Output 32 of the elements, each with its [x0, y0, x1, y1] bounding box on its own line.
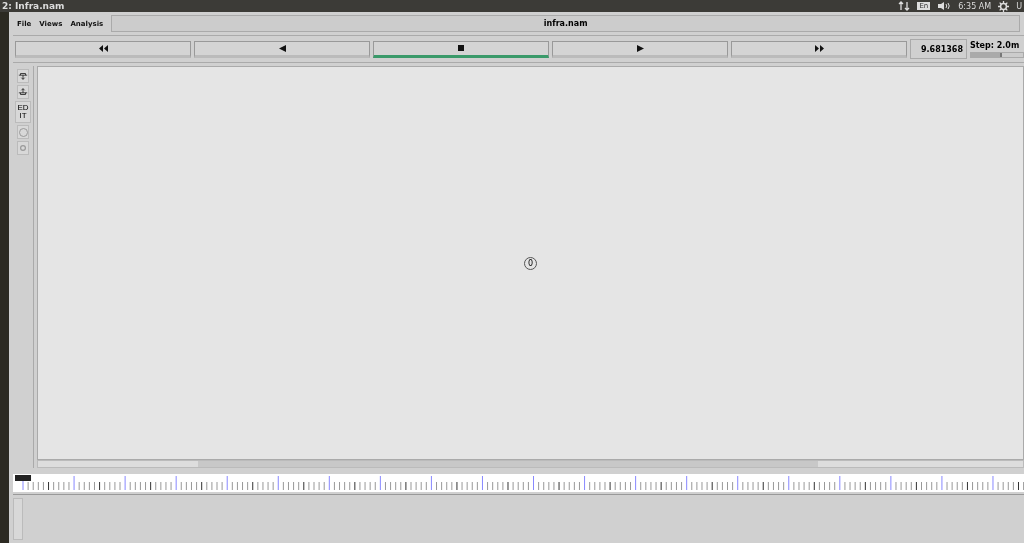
file-name-field: infra.nam	[111, 15, 1020, 32]
playback-button[interactable]	[194, 40, 370, 58]
network-arrows-icon[interactable]	[898, 1, 911, 11]
fast-rewind-icon	[98, 44, 108, 52]
user-name[interactable]: U	[1016, 1, 1022, 11]
playback-button[interactable]	[373, 40, 549, 58]
network-canvas[interactable]: 0	[37, 66, 1024, 460]
window-title: 2: Infra.nam	[2, 1, 65, 11]
vertical-scrollbar[interactable]	[13, 498, 23, 540]
circle-tool-button[interactable]	[17, 125, 29, 139]
step-label: Step: 2.0m	[970, 40, 1021, 50]
node-tool-button[interactable]	[17, 141, 29, 155]
speaker-icon[interactable]	[937, 1, 952, 11]
playback-button[interactable]	[552, 40, 728, 58]
clock[interactable]: 6:35 AM	[958, 1, 992, 11]
circle-icon	[18, 127, 28, 137]
step-slider[interactable]	[970, 51, 1024, 58]
slider-fill[interactable]	[971, 52, 1003, 57]
playback-button[interactable]	[731, 40, 907, 58]
time-display: 9.681368	[910, 39, 967, 59]
settings-icon[interactable]	[998, 0, 1010, 12]
fast-forward-icon	[814, 44, 824, 52]
zoom-out-button[interactable]	[17, 85, 29, 99]
play-icon	[636, 44, 644, 52]
rewind-icon	[278, 44, 286, 52]
small-circle-icon	[20, 145, 26, 151]
stop-icon	[458, 45, 464, 51]
zoom-out-icon	[18, 87, 28, 97]
zoom-in-button[interactable]	[17, 69, 29, 83]
playback-button[interactable]	[15, 40, 191, 58]
zoom-in-icon	[18, 71, 28, 81]
edit-button[interactable]: EDIT	[15, 101, 31, 123]
